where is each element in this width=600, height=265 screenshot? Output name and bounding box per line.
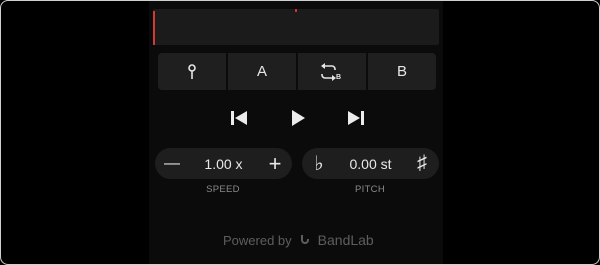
play-button[interactable] bbox=[286, 106, 310, 130]
pitch-caption: PITCH bbox=[355, 184, 385, 195]
loop-ab-icon: B bbox=[321, 62, 341, 81]
waveform-track[interactable] bbox=[153, 9, 439, 45]
speed-control: — 1.00 x + bbox=[155, 148, 292, 179]
skip-previous-button[interactable] bbox=[227, 106, 251, 130]
speed-value: 1.00 x bbox=[204, 155, 243, 172]
loop-ab-button[interactable]: B bbox=[298, 53, 366, 90]
loop-toolbar: A B B bbox=[158, 53, 436, 90]
a-label: A bbox=[256, 63, 267, 80]
marker-button[interactable] bbox=[158, 53, 226, 90]
b-label: B bbox=[396, 63, 407, 80]
powered-by-footer[interactable]: Powered by BandLab bbox=[223, 232, 374, 248]
speed-caption: SPEED bbox=[206, 184, 240, 195]
sharp-icon: ♯ bbox=[417, 152, 427, 174]
skip-next-button[interactable] bbox=[344, 106, 368, 130]
position-marker bbox=[295, 9, 297, 12]
brand-text: BandLab bbox=[317, 232, 374, 248]
loop-subscript: B bbox=[336, 74, 341, 81]
plus-icon: + bbox=[268, 150, 282, 176]
pitch-control: ♭ 0.00 st ♯ bbox=[302, 148, 439, 179]
pitch-value: 0.00 st bbox=[349, 155, 392, 172]
skip-next-icon bbox=[348, 111, 364, 125]
playhead[interactable] bbox=[153, 11, 155, 45]
set-a-button[interactable]: A bbox=[228, 53, 296, 90]
flat-icon: ♭ bbox=[314, 153, 324, 175]
transport-controls bbox=[1, 106, 599, 130]
marker-icon bbox=[188, 63, 196, 79]
skip-previous-icon bbox=[231, 111, 247, 125]
speed-decrease-button[interactable]: — bbox=[155, 155, 189, 173]
play-icon bbox=[292, 110, 305, 126]
speed-increase-button[interactable]: + bbox=[258, 150, 292, 176]
powered-by-text: Powered by bbox=[223, 232, 292, 248]
pitch-increase-button[interactable]: ♯ bbox=[405, 152, 439, 175]
minus-icon: — bbox=[164, 154, 180, 172]
pitch-decrease-button[interactable]: ♭ bbox=[302, 151, 336, 176]
bandlab-logo-icon bbox=[300, 235, 309, 244]
set-b-button[interactable]: B bbox=[368, 53, 436, 90]
app-frame: A B B — 1.00 x + ♭ 0.00 st ♯ SPEED PITCH… bbox=[0, 0, 600, 265]
